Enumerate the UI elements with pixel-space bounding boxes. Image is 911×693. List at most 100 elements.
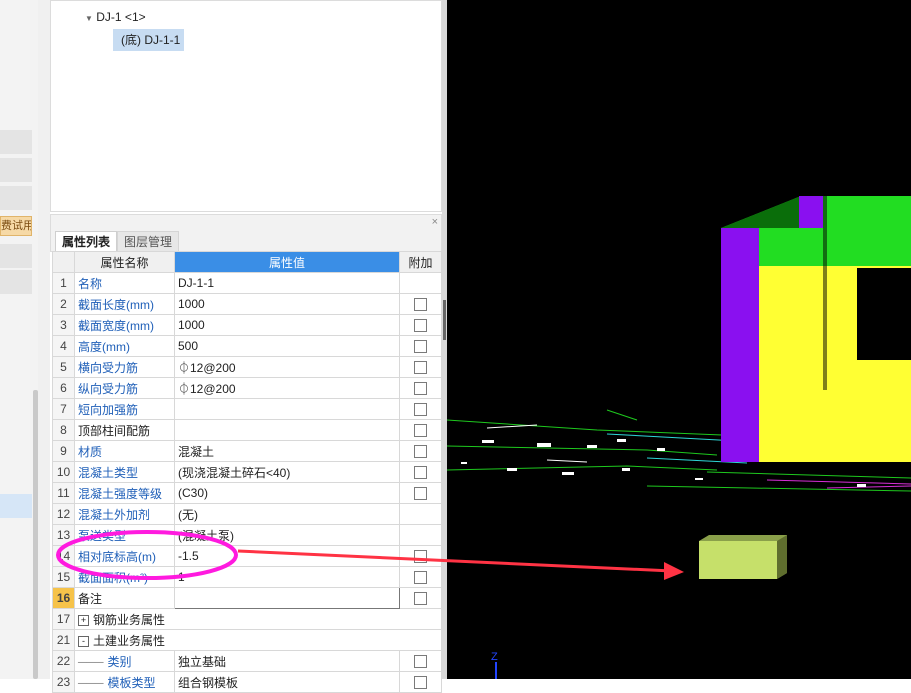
property-name[interactable]: 名称 <box>74 272 175 294</box>
property-name[interactable]: 材质 <box>74 440 175 462</box>
property-value[interactable]: 1000 <box>174 293 400 315</box>
property-name[interactable]: 泵送类型 <box>74 524 175 546</box>
table-row[interactable]: 22 ─── 类别 独立基础 <box>52 650 442 672</box>
table-row[interactable]: 2 截面长度(mm) 1000 <box>52 293 442 315</box>
row-number: 17 <box>52 608 75 630</box>
table-row[interactable]: 10 混凝土类型 (现浇混凝土碎石<40) <box>52 461 442 483</box>
extra-checkbox[interactable] <box>414 424 427 438</box>
table-row[interactable]: 13 泵送类型 (混凝土泵) <box>52 524 442 546</box>
table-row[interactable]: 16 备注 <box>52 587 442 609</box>
property-value[interactable]: 1000 <box>174 314 400 336</box>
extra-checkbox[interactable] <box>414 466 427 480</box>
strip-button[interactable] <box>0 130 32 154</box>
table-row[interactable]: 6 纵向受力筋 ⏀12@200 <box>52 377 442 399</box>
property-name-text: 纵向受力筋 <box>78 381 139 396</box>
property-name-text: 混凝土外加剂 <box>78 507 151 522</box>
extra-checkbox[interactable] <box>414 571 427 585</box>
row-number: 16 <box>52 587 75 609</box>
property-value[interactable]: (混凝土泵) <box>174 524 400 546</box>
table-row[interactable]: 15 截面面积(m²) 1 <box>52 566 442 588</box>
extra-checkbox[interactable] <box>414 487 427 501</box>
property-value[interactable]: ⏀12@200 <box>174 377 400 399</box>
property-value[interactable]: (现浇混凝土碎石<40) <box>174 461 400 483</box>
table-row[interactable]: 23 ─── 模板类型 组合钢模板 <box>52 671 442 693</box>
close-icon[interactable]: × <box>432 216 438 228</box>
property-group[interactable]: + 钢筋业务属性 <box>74 608 442 630</box>
property-value[interactable]: 500 <box>174 335 400 357</box>
property-value[interactable]: 1 <box>174 566 400 588</box>
property-name[interactable]: ─── 模板类型 <box>74 671 175 693</box>
property-value[interactable]: (C30) <box>174 482 400 504</box>
table-row[interactable]: 4 高度(mm) 500 <box>52 335 442 357</box>
collapse-triangle-icon[interactable]: ▼ <box>85 14 93 23</box>
property-name[interactable]: 截面长度(mm) <box>74 293 175 315</box>
property-name[interactable]: 纵向受力筋 <box>74 377 175 399</box>
strip-button[interactable] <box>0 186 32 210</box>
property-name[interactable]: 混凝土外加剂 <box>74 503 175 525</box>
property-name[interactable]: 短向加强筋 <box>74 398 175 420</box>
table-row[interactable]: 8 顶部柱间配筋 <box>52 419 442 441</box>
table-row[interactable]: 12 混凝土外加剂 (无) <box>52 503 442 525</box>
tree-connector: ─── <box>78 654 104 669</box>
extra-checkbox[interactable] <box>414 655 427 669</box>
property-value[interactable] <box>174 398 400 420</box>
extra-checkbox[interactable] <box>414 676 427 690</box>
extra-checkbox[interactable] <box>414 592 427 606</box>
extra-checkbox[interactable] <box>414 340 427 354</box>
table-row[interactable]: 17 + 钢筋业务属性 <box>52 608 442 630</box>
tree-node-child-selected[interactable]: (底) DJ-1-1 <box>113 29 185 51</box>
table-row[interactable]: 5 横向受力筋 ⏀12@200 <box>52 356 442 378</box>
property-name[interactable]: 混凝土类型 <box>74 461 175 483</box>
extra-checkbox[interactable] <box>414 550 427 564</box>
tree-node-parent[interactable]: ▼ DJ-1 <1> <box>85 10 146 24</box>
extra-checkbox[interactable] <box>414 445 427 459</box>
table-row[interactable]: 7 短向加强筋 <box>52 398 442 420</box>
property-value[interactable]: (无) <box>174 503 400 525</box>
property-name[interactable]: 相对底标高(m) <box>74 545 175 567</box>
tree-connector: ─── <box>78 675 104 690</box>
property-value[interactable]: ⏀12@200 <box>174 356 400 378</box>
property-value[interactable]: 混凝土 <box>174 440 400 462</box>
strip-button[interactable] <box>0 270 32 294</box>
property-value[interactable] <box>174 419 400 441</box>
property-value[interactable]: DJ-1-1 <box>174 272 400 294</box>
3d-viewport[interactable]: Z <box>447 0 911 679</box>
remark-input[interactable] <box>174 587 400 609</box>
property-name[interactable]: 横向受力筋 <box>74 356 175 378</box>
property-name[interactable]: 混凝土强度等级 <box>74 482 175 504</box>
table-row[interactable]: 3 截面宽度(mm) 1000 <box>52 314 442 336</box>
table-row[interactable]: 14 相对底标高(m) -1.5 <box>52 545 442 567</box>
property-value[interactable]: -1.5 <box>174 545 400 567</box>
extra-checkbox[interactable] <box>414 403 427 417</box>
table-row[interactable]: 1 名称 DJ-1-1 <box>52 272 442 294</box>
row-number: 21 <box>52 629 75 651</box>
strip-button[interactable] <box>0 244 32 268</box>
splitter-grip[interactable] <box>443 300 446 340</box>
row-number: 3 <box>52 314 75 336</box>
collapse-icon[interactable]: - <box>78 635 89 647</box>
tab-layer-management[interactable]: 图层管理 <box>117 231 180 252</box>
property-name[interactable]: 截面面积(m²) <box>74 566 175 588</box>
strip-button[interactable] <box>0 158 32 182</box>
group-label: 钢筋业务属性 <box>93 612 166 627</box>
strip-selected-item[interactable] <box>0 494 32 518</box>
building-model <box>721 196 911 462</box>
property-name[interactable]: ─── 类别 <box>74 650 175 672</box>
table-row[interactable]: 9 材质 混凝土 <box>52 440 442 462</box>
tab-property-list[interactable]: 属性列表 <box>55 231 118 252</box>
extra-checkbox[interactable] <box>414 298 427 312</box>
expand-icon[interactable]: + <box>78 614 89 626</box>
property-name[interactable]: 顶部柱间配筋 <box>74 419 175 441</box>
property-name[interactable]: 高度(mm) <box>74 335 175 357</box>
property-value[interactable]: 组合钢模板 <box>174 671 400 693</box>
property-group[interactable]: - 土建业务属性 <box>74 629 442 651</box>
property-name[interactable]: 截面宽度(mm) <box>74 314 175 336</box>
trial-badge[interactable]: 费试用 <box>0 216 32 236</box>
property-value[interactable]: 独立基础 <box>174 650 400 672</box>
property-name[interactable]: 备注 <box>74 587 175 609</box>
extra-checkbox[interactable] <box>414 319 427 333</box>
extra-checkbox[interactable] <box>414 382 427 396</box>
table-row[interactable]: 21- 土建业务属性 <box>52 629 442 651</box>
extra-checkbox[interactable] <box>414 361 427 375</box>
table-row[interactable]: 11 混凝土强度等级 (C30) <box>52 482 442 504</box>
